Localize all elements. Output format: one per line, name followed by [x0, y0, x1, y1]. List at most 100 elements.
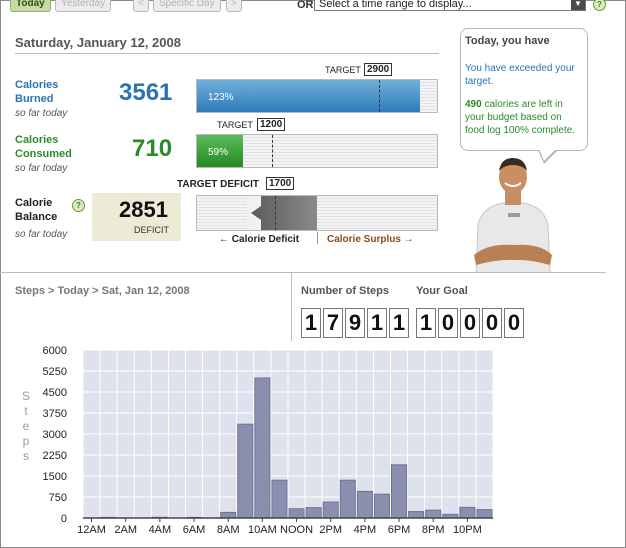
x-tick-label: 2AM — [114, 524, 137, 536]
yesterday-button[interactable]: Yesterday — [55, 0, 112, 12]
step-count-digit: 7 — [323, 308, 343, 338]
chart-bar — [305, 507, 322, 519]
x-tick-label: 12AM — [77, 524, 106, 536]
burned-percent: 123% — [208, 92, 234, 103]
bubble-budget: 490 calories are left in your budget bas… — [465, 99, 576, 136]
bubble-exceeded: You have exceeded your target. — [465, 63, 575, 87]
target-deficit-value: 1700 — [266, 177, 295, 190]
deficit-notch — [247, 196, 261, 230]
chart-bar — [271, 479, 288, 519]
x-tick-label: 8AM — [217, 524, 240, 536]
target-deficit-label: TARGET DEFICIT — [177, 179, 260, 190]
y-tick-label: 4500 — [43, 387, 67, 399]
coach-bubble: Today, you have You have exceeded your t… — [460, 28, 588, 151]
y-axis-label: s — [23, 449, 29, 463]
x-tick-label: 6PM — [388, 524, 411, 536]
today-button[interactable]: Today — [10, 0, 51, 12]
step-goal-digit: 0 — [504, 308, 524, 338]
deficit-surplus-separator — [317, 232, 318, 244]
burned-value: 3561 — [119, 79, 173, 106]
x-tick-label: 4PM — [354, 524, 377, 536]
burned-label: Calories Burned — [15, 79, 59, 105]
your-goal-label: Your Goal — [416, 285, 468, 297]
step-count-digit: 1 — [389, 308, 409, 338]
balance-help-icon[interactable]: ? — [72, 199, 85, 212]
consumed-target-marker — [272, 135, 273, 167]
y-axis-label: t — [24, 404, 28, 418]
x-tick-label: 4AM — [149, 524, 172, 536]
burned-target-value: 2900 — [364, 63, 393, 76]
y-tick-label: 6000 — [43, 345, 67, 357]
consumed-sub: so far today — [15, 163, 68, 174]
step-count-digit: 1 — [301, 308, 321, 338]
section-divider — [0, 272, 606, 273]
balance-label: Calorie Balance — [15, 197, 58, 223]
prev-day-button[interactable]: < — [133, 0, 149, 12]
balance-sub: so far today — [15, 229, 68, 240]
balance-value: 2851 — [119, 197, 168, 222]
chart-bar — [237, 423, 254, 519]
divider — [15, 53, 439, 54]
chart-bar — [391, 464, 408, 519]
specific-day-button[interactable]: Specific Day — [153, 0, 221, 12]
section-vertical-divider — [291, 273, 292, 341]
calorie-surplus-label: Calorie Surplus → — [327, 234, 414, 245]
step-count-display: 17911 — [301, 308, 411, 338]
consumed-value: 710 — [132, 135, 173, 162]
x-tick-label: NOON — [280, 524, 313, 536]
burned-progress-bar: 123% — [196, 79, 438, 113]
next-day-button[interactable]: > — [226, 0, 242, 12]
consumed-target-value: 1200 — [257, 118, 286, 131]
balance-box: 2851 DEFICIT — [92, 193, 181, 241]
burned-sub: so far today — [15, 108, 68, 119]
chart-bar — [356, 490, 373, 519]
step-goal-digit: 0 — [460, 308, 480, 338]
burned-target-marker — [379, 80, 380, 112]
x-tick-label: 6AM — [183, 524, 206, 536]
top-bar: Today Yesterday < Specific Day > OR Sele… — [0, 0, 626, 14]
coach-image — [474, 158, 552, 273]
help-icon[interactable]: ? — [593, 0, 606, 11]
chart-bar — [408, 511, 425, 519]
chart-bar — [373, 493, 390, 519]
consumed-progress-bar: 59% — [196, 134, 438, 168]
step-goal-digit: 1 — [416, 308, 436, 338]
x-tick-label: 2PM — [319, 524, 342, 536]
x-tick-label: 10PM — [453, 524, 482, 536]
consumed-percent: 59% — [208, 147, 229, 158]
chart-bar — [254, 377, 271, 519]
y-tick-label: 5250 — [43, 366, 67, 378]
chart-bar — [288, 508, 305, 519]
y-tick-label: 0 — [61, 513, 67, 525]
x-tick-label: 8PM — [422, 524, 445, 536]
y-tick-label: 1500 — [43, 471, 67, 483]
y-axis-label: S — [22, 389, 30, 403]
bubble-title: Today, you have — [465, 35, 550, 47]
step-count-digit: 1 — [367, 308, 387, 338]
step-goal-display: 10000 — [416, 308, 526, 338]
y-tick-label: 2250 — [43, 450, 67, 462]
step-goal-digit: 0 — [438, 308, 458, 338]
chart-bar — [459, 506, 476, 519]
chart-bar — [220, 511, 237, 519]
calorie-deficit-label: ← Calorie Deficit — [219, 234, 300, 245]
chart-bar — [425, 509, 442, 519]
x-tick-label: 10AM — [248, 524, 277, 536]
steps-chart: 0 750 1500 2250 3000 3750 4500 5250 6000 12AM 2AM 4… — [22, 345, 494, 536]
chart-bar — [339, 479, 356, 519]
y-tick-label: 3000 — [43, 429, 67, 441]
number-of-steps-label: Number of Steps — [301, 285, 390, 297]
time-range-value: Select a time range to display... — [319, 0, 472, 10]
balance-kind: DEFICIT — [134, 225, 169, 235]
y-axis-label: e — [23, 419, 30, 433]
step-count-digit: 9 — [345, 308, 365, 338]
or-label: OR — [297, 0, 314, 11]
consumed-label: Calories Consumed — [15, 134, 72, 160]
chart-bar — [322, 501, 339, 519]
y-tick-label: 3750 — [43, 408, 67, 420]
chevron-down-icon[interactable]: ▼ — [571, 0, 585, 10]
consumed-target-label: TARGET — [217, 120, 253, 130]
y-tick-label: 750 — [49, 492, 67, 504]
time-range-select[interactable]: Select a time range to display... ▼ — [314, 0, 586, 11]
balance-bar — [196, 195, 438, 231]
